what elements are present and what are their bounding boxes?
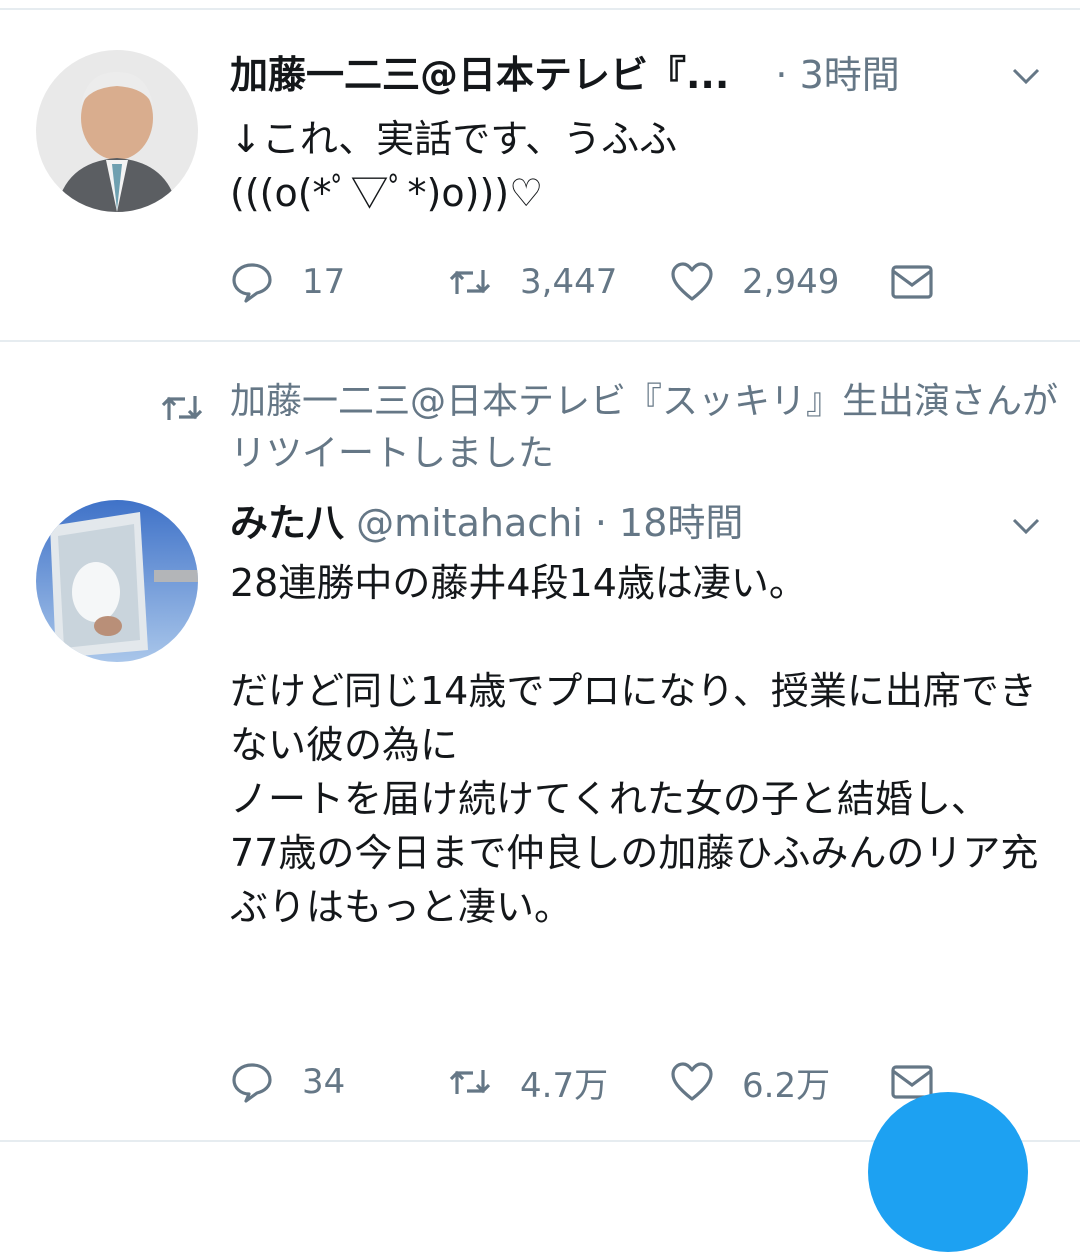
avatar[interactable]	[36, 500, 198, 662]
timestamp[interactable]: 18時間	[619, 501, 743, 545]
like-button[interactable]: 6.2万	[670, 1052, 830, 1112]
reply-count: 17	[302, 262, 346, 302]
reply-icon	[232, 1063, 272, 1103]
tweet-divider	[0, 340, 1080, 342]
reply-button[interactable]: 17	[230, 252, 345, 312]
retweet-context-text[interactable]: 加藤一二三@日本テレビ『スッキリ』生出演さんがリツイートしました	[230, 376, 1060, 480]
timestamp[interactable]: 3時間	[800, 53, 900, 97]
tweet-actions: 17 3,447 2,949	[230, 252, 1050, 312]
retweet-icon	[449, 270, 491, 294]
retweet-icon	[449, 1070, 491, 1094]
reply-count: 34	[302, 1062, 346, 1102]
dm-icon	[891, 265, 933, 299]
reply-button[interactable]: 34	[230, 1052, 345, 1112]
like-button[interactable]: 2,949	[670, 252, 839, 312]
tweet-header: みた八 @mitahachi · 18時間	[230, 498, 743, 548]
separator-dot: ·	[582, 501, 620, 545]
tweet-text: 28連勝中の藤井4段14歳は凄い。 だけど同じ14歳でプロになり、授業に出席でき…	[230, 561, 1039, 929]
retweet-button[interactable]: 4.7万	[448, 1052, 608, 1112]
tweet-header: 加藤一二三@日本テレビ『... · 3時間	[230, 50, 900, 100]
like-count: 2,949	[742, 262, 840, 302]
avatar[interactable]	[36, 50, 198, 212]
top-divider	[0, 8, 1080, 10]
user-handle[interactable]: @mitahachi	[356, 501, 583, 545]
like-icon	[671, 262, 713, 301]
chevron-down-icon[interactable]	[1010, 510, 1042, 542]
retweet-icon	[161, 396, 203, 420]
display-name[interactable]: みた八	[230, 501, 344, 545]
retweet-count: 4.7万	[520, 1065, 609, 1106]
chevron-down-icon[interactable]	[1010, 60, 1042, 92]
display-name[interactable]: 加藤一二三@日本テレビ『...	[230, 53, 729, 97]
separator-dot: ·	[763, 53, 800, 97]
like-icon	[671, 1062, 713, 1101]
reply-icon	[232, 263, 272, 303]
compose-fab[interactable]	[868, 1092, 1028, 1252]
dm-button[interactable]	[890, 252, 962, 312]
retweet-button[interactable]: 3,447	[448, 252, 617, 312]
retweet-count: 3,447	[520, 262, 618, 302]
like-count: 6.2万	[742, 1065, 831, 1106]
tweet-text: ↓これ、実話です、うふふ (((o(*ﾟ▽ﾟ*)o)))♡	[230, 117, 678, 215]
